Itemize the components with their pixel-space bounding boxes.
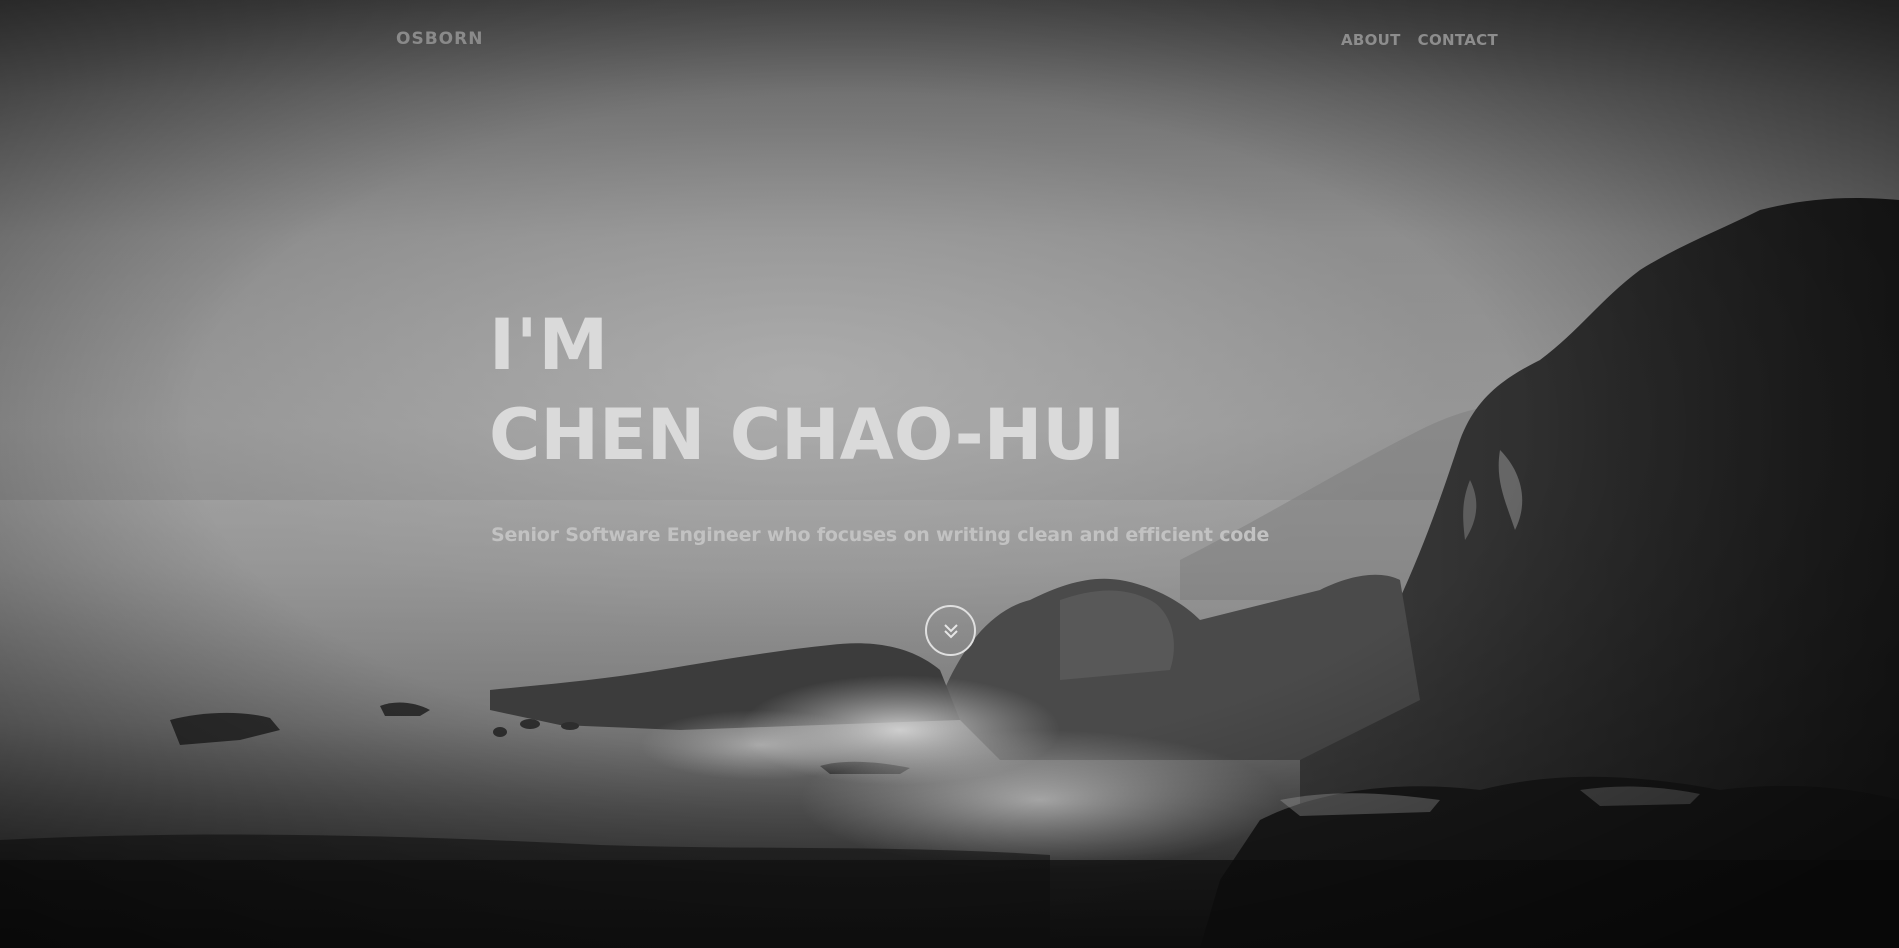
hero-name: CHEN CHAO-HUI xyxy=(489,394,1126,476)
hero-subtitle: Senior Software Engineer who focuses on … xyxy=(491,524,1270,546)
chevron-double-down-icon xyxy=(943,623,958,638)
scroll-down-button[interactable] xyxy=(925,605,976,656)
nav-brand[interactable]: OSBORN xyxy=(396,29,483,49)
hero-section: OSBORN ABOUT CONTACT I'M CHEN CHAO-HUI S… xyxy=(0,0,1899,948)
nav-link-about[interactable]: ABOUT xyxy=(1341,31,1401,49)
main-nav: ABOUT CONTACT xyxy=(1341,31,1498,49)
hero-greeting: I'M xyxy=(489,304,610,386)
nav-link-contact[interactable]: CONTACT xyxy=(1418,31,1498,49)
hero-headline: I'M CHEN CHAO-HUI xyxy=(489,300,1125,480)
